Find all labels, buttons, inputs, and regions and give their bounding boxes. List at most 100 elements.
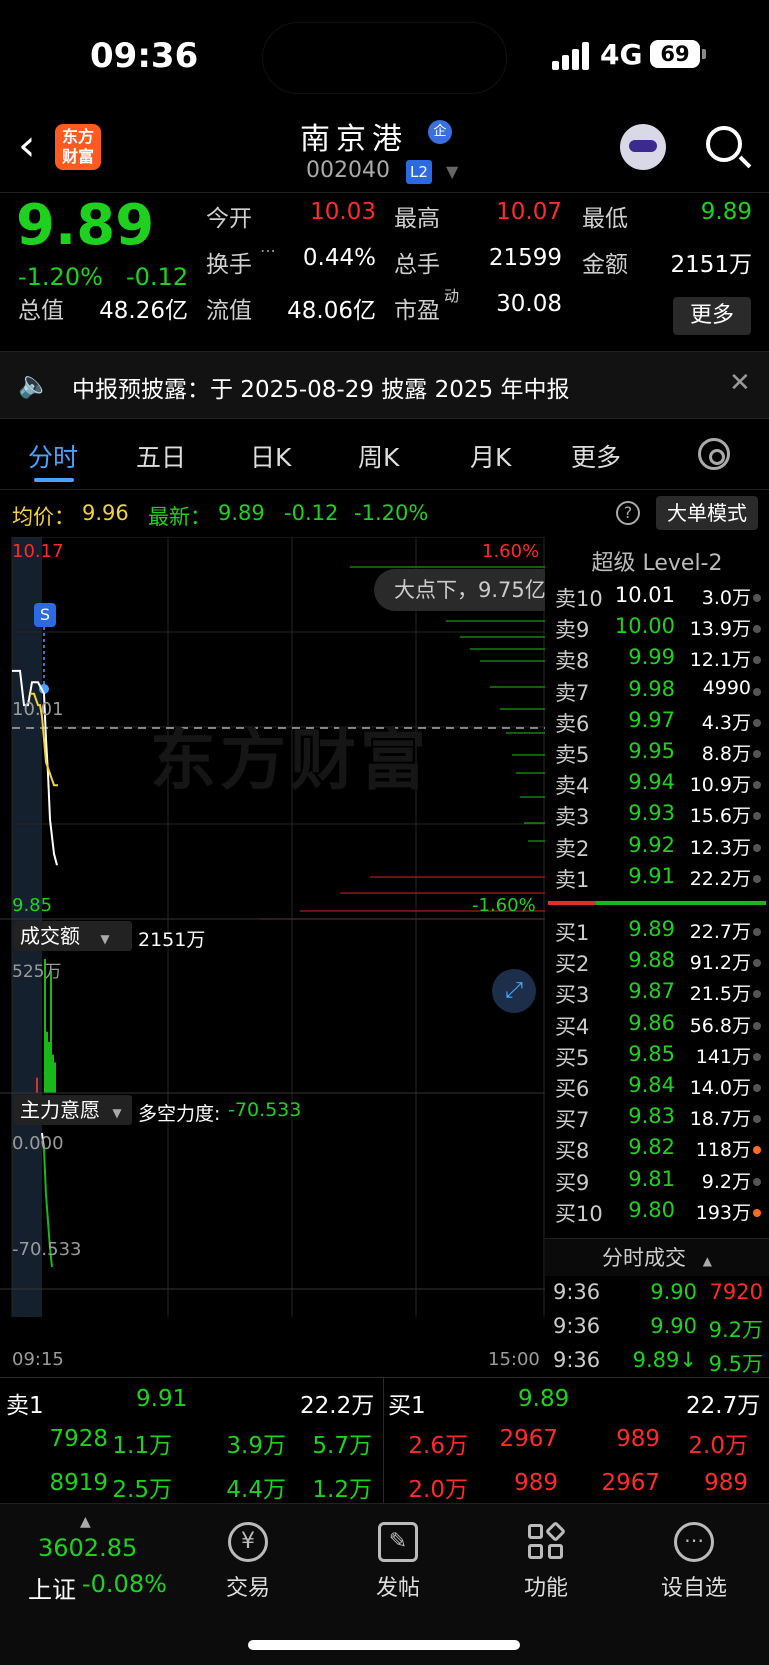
chevron-up-icon[interactable]: ▲ bbox=[80, 1514, 91, 1530]
status-dot-icon bbox=[753, 843, 761, 852]
tab-monthly-k[interactable]: 月K bbox=[470, 438, 511, 474]
chevron-down-icon[interactable]: ▼ bbox=[446, 162, 458, 181]
sell-row[interactable]: 卖2 9.92 12.3万 bbox=[545, 833, 769, 864]
buy-row[interactable]: 买6 9.84 14.0万 bbox=[545, 1073, 769, 1104]
big-order-mode-button[interactable]: 大单模式 bbox=[656, 496, 758, 530]
info-icon[interactable]: ⋯ bbox=[260, 241, 276, 260]
force-bottom-label: -70.533 bbox=[12, 1239, 82, 1260]
tab-intraday[interactable]: 分时 bbox=[28, 438, 78, 474]
battery-icon: 69 bbox=[650, 40, 706, 68]
volume-label: 总手 bbox=[394, 252, 440, 278]
intraday-chart[interactable]: 10.17 1.60% 10.01 9.85 -1.60% S 大点下，9.75… bbox=[0, 537, 545, 1377]
status-dot-icon bbox=[753, 594, 761, 602]
sell-level-label: 卖5 bbox=[555, 743, 590, 767]
nav-watchlist[interactable]: ⋯ 设自选 bbox=[644, 1522, 744, 1602]
home-indicator[interactable] bbox=[248, 1640, 520, 1650]
sell-level-label: 卖10 bbox=[555, 587, 603, 611]
buy-row[interactable]: 买8 9.82 118万 bbox=[545, 1135, 769, 1166]
latest-label: 最新： bbox=[148, 505, 211, 529]
volume-selector[interactable]: 成交额 ▼ bbox=[14, 921, 132, 951]
nav-trade[interactable]: ¥ 交易 bbox=[198, 1522, 298, 1602]
status-dot-icon bbox=[753, 1177, 761, 1186]
signal-marker[interactable]: S bbox=[34, 603, 56, 627]
buy-volume: 141万 bbox=[695, 1045, 751, 1068]
tick-trades-title[interactable]: 分时成交 ▲ bbox=[545, 1238, 769, 1276]
x-end-label: 15:00 bbox=[488, 1349, 540, 1370]
chevron-down-icon: ▼ bbox=[112, 1106, 122, 1120]
buy-row[interactable]: 买4 9.86 56.8万 bbox=[545, 1011, 769, 1042]
buy-level-label: 买2 bbox=[555, 952, 590, 977]
nav-post[interactable]: ✎ 发帖 bbox=[348, 1522, 448, 1602]
volume-label: 成交额 bbox=[20, 924, 80, 948]
close-icon[interactable]: ✕ bbox=[729, 368, 751, 398]
tab-weekly-k[interactable]: 周K bbox=[358, 438, 399, 474]
order-book[interactable]: 超级 Level-2 卖10 10.01 3.0万 卖9 10.00 13.9万 卖8 9.9… bbox=[545, 537, 769, 1237]
buy-row[interactable]: 买3 9.87 21.5万 bbox=[545, 979, 769, 1010]
gear-icon[interactable] bbox=[698, 438, 730, 470]
buy-volume: 193万 bbox=[695, 1201, 751, 1224]
sell-row[interactable]: 卖9 10.00 13.9万 bbox=[545, 614, 769, 645]
sell-row[interactable]: 卖6 9.97 4.3万 bbox=[545, 708, 769, 739]
sell-row[interactable]: 卖3 9.93 15.6万 bbox=[545, 801, 769, 832]
sell-price: 10.01 bbox=[614, 583, 675, 607]
sell-level-label: 卖6 bbox=[555, 711, 590, 736]
indicator-value: -70.533 bbox=[228, 1099, 302, 1121]
level2-badge[interactable]: L2 bbox=[406, 160, 432, 184]
expand-icon[interactable]: ⤢ bbox=[492, 969, 536, 1013]
volume-bar bbox=[50, 970, 52, 1093]
ai-assistant-icon[interactable] bbox=[620, 124, 666, 170]
queue-order: 2.5万 bbox=[112, 1477, 172, 1503]
queue-panel: 卖1 9.91 22.2万 买1 9.89 22.7万 7928 1.1万 3.9万… bbox=[0, 1377, 769, 1504]
sell-row[interactable]: 卖7 9.98 4990 bbox=[545, 677, 769, 708]
status-dot-icon bbox=[753, 1021, 761, 1030]
buy-row[interactable]: 买5 9.85 141万 bbox=[545, 1042, 769, 1073]
sell-price: 9.95 bbox=[628, 739, 675, 763]
tick-row: 9:36 9.90 7920 bbox=[553, 1280, 767, 1314]
status-dot-icon bbox=[753, 1208, 761, 1217]
buy-level-label: 买5 bbox=[555, 1045, 590, 1070]
queue-order: 7928 bbox=[49, 1426, 108, 1452]
buy-row[interactable]: 买1 9.89 22.7万 bbox=[545, 917, 769, 948]
sell-row[interactable]: 卖1 9.91 22.2万 bbox=[545, 864, 769, 895]
buy-row[interactable]: 买7 9.83 18.7万 bbox=[545, 1104, 769, 1135]
nav-function[interactable]: 功能 bbox=[496, 1520, 596, 1602]
force-selector[interactable]: 主力意愿 ▼ bbox=[14, 1095, 132, 1125]
sell-level-label: 卖9 bbox=[555, 618, 590, 643]
search-icon[interactable] bbox=[706, 126, 742, 162]
sell-price: 9.92 bbox=[628, 832, 675, 857]
low-value: 9.89 bbox=[700, 199, 752, 225]
back-icon[interactable]: ‹ bbox=[18, 120, 36, 171]
help-icon[interactable]: ? bbox=[616, 501, 640, 525]
sell-row[interactable]: 卖8 9.99 12.1万 bbox=[545, 645, 769, 676]
tick-time: 9:36 bbox=[553, 1314, 601, 1338]
more-dots-icon: ⋯ bbox=[674, 1522, 714, 1562]
more-button[interactable]: 更多 bbox=[673, 297, 751, 335]
tick-volume: 9.5万 bbox=[708, 1352, 763, 1376]
buy-level-label: 买8 bbox=[555, 1139, 590, 1164]
status-dot-icon bbox=[753, 1115, 761, 1124]
buy-row[interactable]: 买9 9.81 9.2万 bbox=[545, 1167, 769, 1198]
sell-row[interactable]: 卖10 10.01 3.0万 bbox=[545, 583, 769, 614]
tab-daily-k[interactable]: 日K bbox=[250, 438, 291, 474]
queue-order: 2967 bbox=[499, 1426, 558, 1452]
dynamic-island bbox=[262, 22, 507, 94]
queue-order: 2.0万 bbox=[688, 1433, 748, 1459]
buy-volume: 22.7万 bbox=[689, 921, 751, 943]
buy-price: 9.83 bbox=[628, 1104, 675, 1129]
queue-order: 989 bbox=[704, 1470, 748, 1496]
nav-post-label: 发帖 bbox=[375, 1576, 420, 1601]
sell-row[interactable]: 卖5 9.95 8.8万 bbox=[545, 739, 769, 770]
tab-more[interactable]: 更多 bbox=[571, 438, 621, 474]
buy-row[interactable]: 买10 9.80 193万 bbox=[545, 1198, 769, 1229]
tooltip-bubble[interactable]: 大点下，9.75亿 bbox=[374, 569, 545, 611]
tab-five-day[interactable]: 五日 bbox=[136, 438, 186, 474]
sell-row[interactable]: 卖4 9.94 10.9万 bbox=[545, 770, 769, 801]
queue-order: 1.2万 bbox=[312, 1477, 372, 1503]
notice-banner[interactable]: 🔈 中报预披露：于 2025-08-29 披露 2025 年中报 ✕ bbox=[0, 351, 769, 419]
status-dot-icon bbox=[753, 656, 761, 665]
index-value[interactable]: 3602.85 bbox=[38, 1534, 137, 1562]
buy-level-label: 买10 bbox=[555, 1201, 603, 1226]
buy-row[interactable]: 买2 9.88 91.2万 bbox=[545, 948, 769, 979]
index-percent[interactable]: -0.08% bbox=[82, 1570, 167, 1598]
index-name[interactable]: 上证 bbox=[28, 1570, 76, 1605]
